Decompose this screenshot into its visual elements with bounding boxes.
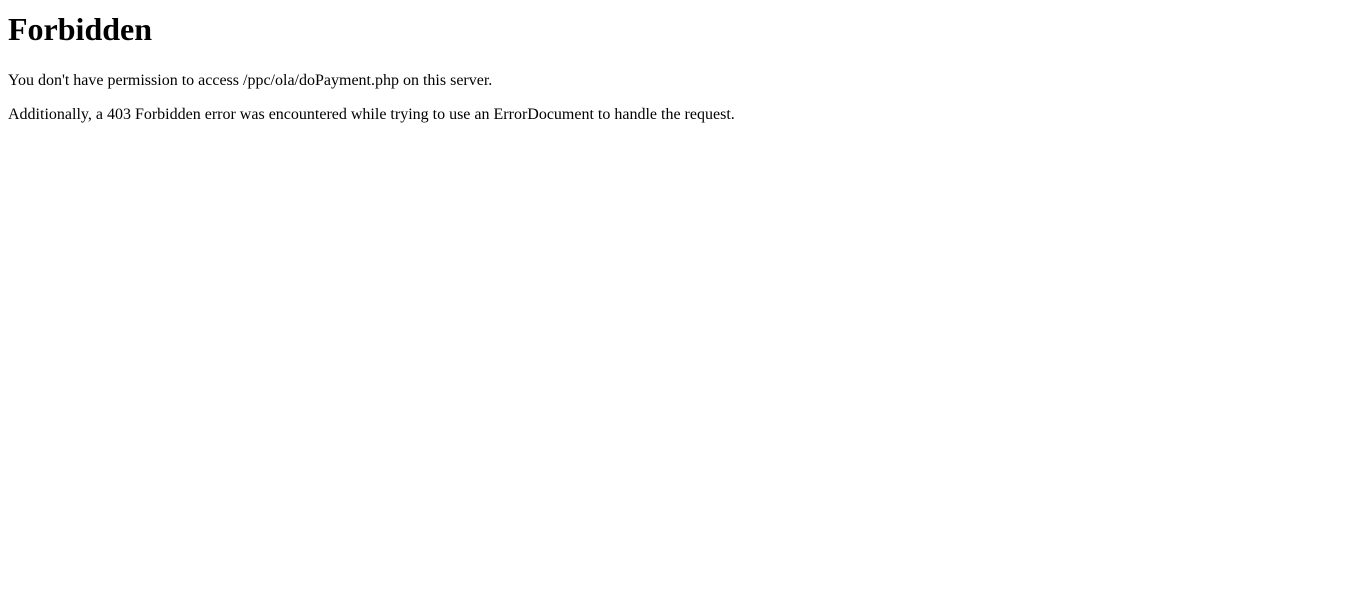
page-title: Forbidden — [8, 11, 153, 47]
error-document-message: Additionally, a 403 Forbidden error was … — [8, 105, 735, 123]
permission-message: You don't have permission to access /ppc… — [8, 71, 493, 89]
